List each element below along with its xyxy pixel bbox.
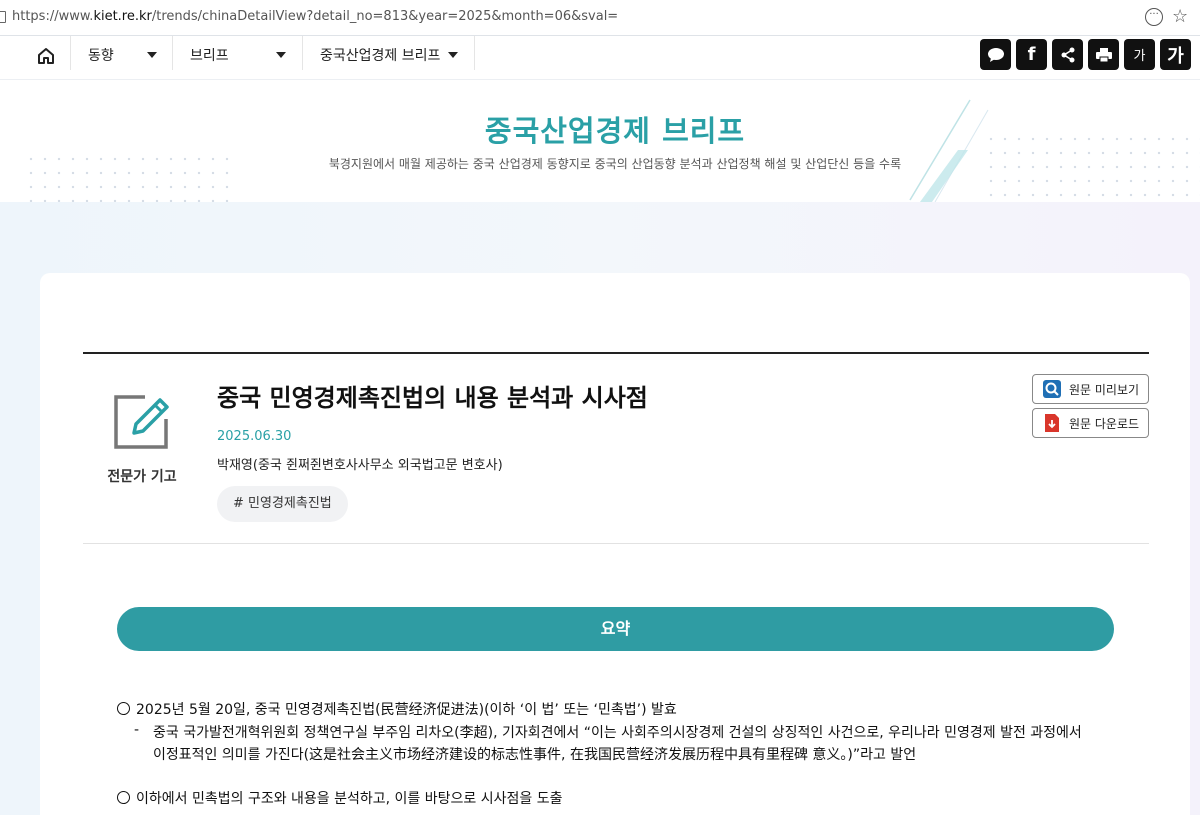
- nav-item-china-brief[interactable]: 중국산업경제 브리프: [320, 45, 440, 65]
- nav-divider: [70, 36, 71, 70]
- summary-subpoint-line: 중국 국가발전개혁위원회 정책연구실 부주임 리차오(李超), 기자회견에서 “…: [153, 725, 1082, 741]
- dash-bullet: -: [134, 722, 140, 738]
- browser-address-bar[interactable]: https://www.kiet.re.kr/trends/chinaDetai…: [0, 0, 1200, 36]
- circle-bullet-icon: [117, 702, 130, 715]
- divider: [83, 352, 1149, 354]
- nav-item-brief[interactable]: 브리프: [190, 45, 229, 65]
- magnifier-icon: [1043, 380, 1061, 398]
- top-navigation: 동향 브리프 중국산업경제 브리프 f 가 가: [0, 36, 1200, 80]
- download-original-button[interactable]: 원문 다운로드: [1032, 408, 1149, 438]
- summary-subpoint-line: 이정표적인 의미를 가진다(这是社会主义市场经济建设的标志性事件, 在我国民营经…: [153, 747, 917, 763]
- summary-heading: 요약: [117, 607, 1114, 651]
- edit-pencil-icon: [114, 395, 169, 449]
- share-icon[interactable]: [1052, 39, 1083, 70]
- font-decrease-icon[interactable]: 가: [1124, 39, 1155, 70]
- nav-divider: [172, 36, 173, 70]
- article-tag[interactable]: # 민영경제촉진법: [217, 486, 348, 522]
- chevron-down-icon[interactable]: [448, 52, 458, 58]
- print-icon[interactable]: [1088, 39, 1119, 70]
- speech-bubble-icon[interactable]: [980, 39, 1011, 70]
- divider: [83, 543, 1149, 544]
- font-increase-icon[interactable]: 가: [1160, 39, 1191, 70]
- circle-bullet-icon: [117, 791, 130, 804]
- site-info-icon[interactable]: [0, 11, 6, 23]
- preview-original-label: 원문 미리보기: [1069, 382, 1140, 397]
- page-subtitle: 북경지원에서 매월 제공하는 중국 산업경제 동향지로 중국의 산업동향 분석과…: [328, 157, 902, 171]
- preview-original-button[interactable]: 원문 미리보기: [1032, 374, 1149, 404]
- page-options-icon[interactable]: ···: [1145, 8, 1163, 26]
- article-category: 전문가 기고: [107, 469, 177, 485]
- summary-point: 2025년 5월 20일, 중국 민영경제촉진법(民营经济促进法)(이하 ‘이 …: [117, 699, 677, 719]
- article-date: 2025.06.30: [217, 429, 292, 444]
- nav-divider: [474, 36, 475, 70]
- article-author: 박재영(중국 쥔쩌쥔변호사사무소 외국법고문 변호사): [217, 458, 503, 473]
- url-text[interactable]: https://www.kiet.re.kr/trends/chinaDetai…: [12, 9, 618, 24]
- article-title: 중국 민영경제촉진법의 내용 분석과 시사점: [217, 384, 648, 412]
- chevron-down-icon[interactable]: [276, 52, 286, 58]
- chevron-down-icon[interactable]: [147, 52, 157, 58]
- download-original-label: 원문 다운로드: [1069, 416, 1140, 431]
- nav-item-trends[interactable]: 동향: [88, 45, 114, 65]
- page-title: 중국산업경제 브리프: [484, 114, 746, 148]
- summary-point: 이하에서 민촉법의 구조와 내용을 분석하고, 이를 바탕으로 시사점을 도출: [117, 788, 562, 808]
- nav-divider: [302, 36, 303, 70]
- pdf-download-icon: [1045, 414, 1059, 432]
- home-icon[interactable]: [36, 46, 56, 66]
- facebook-icon[interactable]: f: [1016, 39, 1047, 70]
- summary-point-text: 2025년 5월 20일, 중국 민영경제촉진법(民营经济促进法)(이하 ‘이 …: [136, 702, 677, 718]
- page-banner: 중국산업경제 브리프 북경지원에서 매월 제공하는 중국 산업경제 동향지로 중…: [0, 80, 1200, 202]
- favorite-star-icon[interactable]: ☆: [1172, 6, 1188, 27]
- summary-point-text: 이하에서 민촉법의 구조와 내용을 분석하고, 이를 바탕으로 시사점을 도출: [136, 791, 563, 807]
